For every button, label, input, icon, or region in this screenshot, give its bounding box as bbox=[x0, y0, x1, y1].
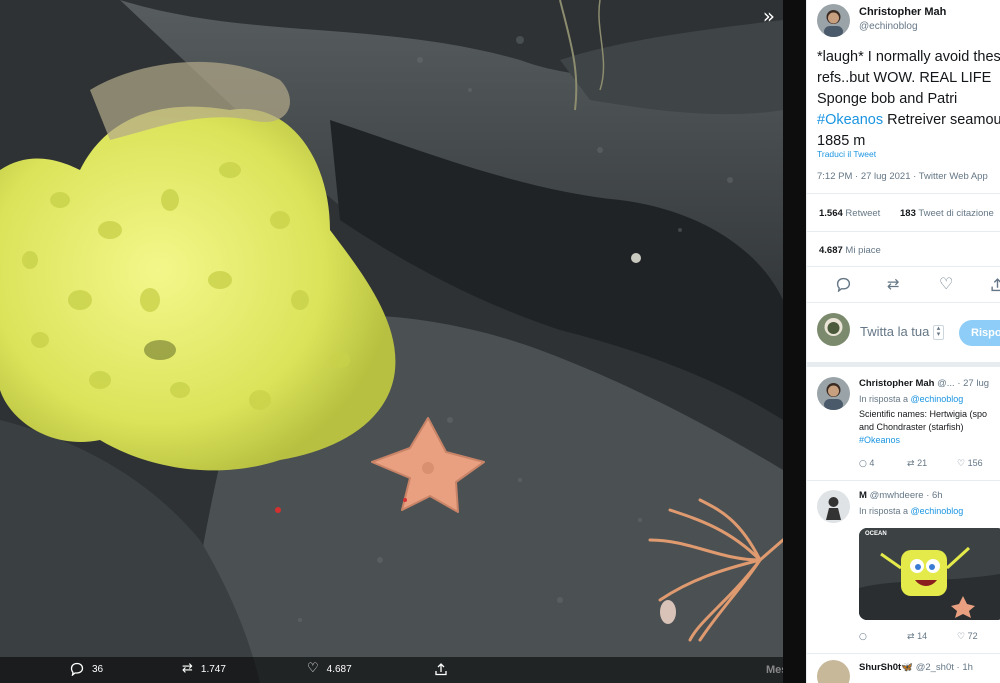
heart-icon: ♡ bbox=[957, 459, 966, 469]
media-reply-count: 36 bbox=[92, 663, 104, 675]
reply-retweet-count: 14 bbox=[917, 631, 928, 641]
divider bbox=[807, 653, 1000, 654]
heart-icon[interactable]: ♡ bbox=[939, 274, 953, 293]
reply-like-count: 156 bbox=[967, 458, 983, 468]
like-count: 4.687 bbox=[819, 245, 843, 256]
reply-retweet-count: 21 bbox=[917, 458, 928, 468]
reply-author-meta[interactable]: @... · 27 lug bbox=[937, 378, 989, 389]
in-reply-label: In risposta a bbox=[859, 394, 909, 404]
tweet-timestamp[interactable]: 7:12 PM · 27 lug 2021 · Twitter Web App bbox=[817, 171, 988, 182]
reply-reply-count: 4 bbox=[869, 458, 875, 468]
retweet-count: 1.564 bbox=[819, 208, 843, 219]
reply-icon[interactable] bbox=[836, 277, 851, 292]
viewer-divider bbox=[783, 0, 806, 683]
divider bbox=[807, 266, 1000, 267]
retweet-icon: ⇄ bbox=[907, 459, 915, 469]
media-action-bar: 36 ⇄ 1.747 ♡ 4.687 Mess bbox=[0, 657, 783, 683]
tweet-text-main: *laugh* I normally avoid these refs..but… bbox=[817, 49, 1000, 107]
reply-retweet-button[interactable]: ⇄ 14 bbox=[907, 631, 927, 642]
reply-author-name[interactable]: M bbox=[859, 490, 867, 501]
reply-like-button[interactable]: ♡ 156 bbox=[957, 458, 983, 469]
reply-reply-button[interactable]: ○ 4 bbox=[859, 458, 874, 469]
reply-retweet-button[interactable]: ⇄ 21 bbox=[907, 458, 927, 469]
media-viewer[interactable]: » 36 ⇄ 1.747 ♡ 4.687 Mess bbox=[0, 0, 783, 683]
reply-author-meta[interactable]: @2_sh0t · 1h bbox=[916, 662, 973, 673]
reply-header: Christopher Mah @... · 27 lug bbox=[859, 378, 989, 389]
section-divider bbox=[807, 362, 1000, 367]
avatar[interactable] bbox=[817, 4, 850, 37]
reply-author-name[interactable]: Christopher Mah bbox=[859, 378, 934, 389]
reply-author-name[interactable]: ShurSh0t🦋 bbox=[859, 662, 913, 673]
author-handle[interactable]: @echinoblog bbox=[859, 21, 918, 32]
tweet-text: *laugh* I normally avoid these refs..but… bbox=[817, 47, 1000, 152]
like-label: Mi piace bbox=[845, 245, 881, 256]
divider bbox=[807, 193, 1000, 194]
quote-count: 183 bbox=[900, 208, 916, 219]
reply-icon bbox=[70, 662, 84, 676]
retweet-stats[interactable]: 1.564 Retweet bbox=[819, 208, 880, 219]
hashtag-link[interactable]: #Okeanos bbox=[859, 435, 900, 445]
media-like-count: 4.687 bbox=[326, 663, 352, 675]
avatar[interactable] bbox=[817, 377, 850, 410]
media-badge: OCEAN bbox=[865, 531, 887, 537]
like-stats[interactable]: 4.687 Mi piace bbox=[819, 245, 881, 256]
expand-icon[interactable]: » bbox=[763, 6, 775, 26]
media-retweet-button[interactable]: ⇄ 1.747 bbox=[182, 662, 226, 676]
media-retweet-count: 1.747 bbox=[200, 663, 226, 675]
reply-media-image[interactable]: OCEAN bbox=[859, 528, 1000, 620]
reply-icon: ○ bbox=[859, 632, 867, 642]
heart-icon: ♡ bbox=[957, 632, 966, 642]
quote-stats[interactable]: 183 Tweet di citazione bbox=[900, 208, 994, 219]
tweet-photo bbox=[0, 0, 783, 683]
reply-icon: ○ bbox=[859, 459, 867, 469]
retweet-icon[interactable]: ⇄ bbox=[887, 275, 900, 293]
hashtag-link[interactable]: #Okeanos bbox=[817, 112, 883, 128]
divider bbox=[807, 231, 1000, 232]
reply-reply-button[interactable]: ○ bbox=[859, 631, 867, 642]
reply-text-main: Scientific names: Hertwigia (spo and Cho… bbox=[859, 409, 988, 432]
divider bbox=[807, 480, 1000, 481]
reply-like-button[interactable]: ♡ 72 bbox=[957, 631, 978, 642]
avatar[interactable] bbox=[817, 660, 850, 683]
avatar bbox=[817, 313, 850, 346]
retweet-icon: ⇄ bbox=[182, 661, 193, 676]
translate-link[interactable]: Traduci il Tweet bbox=[817, 149, 876, 159]
author-name[interactable]: Christopher Mah bbox=[859, 6, 946, 18]
reply-header: ShurSh0t🦋 @2_sh0t · 1h bbox=[859, 662, 973, 673]
share-icon[interactable] bbox=[990, 277, 1000, 292]
retweet-label: Retweet bbox=[845, 208, 881, 219]
reply-author-meta[interactable]: @mwhdeere · 6h bbox=[870, 490, 943, 501]
divider bbox=[807, 302, 1000, 303]
in-reply-handle[interactable]: @echinoblog bbox=[911, 506, 964, 516]
in-reply-label: In risposta a bbox=[859, 506, 909, 516]
media-reply-button[interactable]: 36 bbox=[70, 662, 103, 676]
watermark-text: Mess bbox=[766, 664, 783, 676]
retweet-icon: ⇄ bbox=[907, 632, 915, 642]
in-reply-to: In risposta a @echinoblog bbox=[859, 506, 963, 516]
media-like-button[interactable]: ♡ 4.687 bbox=[307, 662, 352, 676]
in-reply-to: In risposta a @echinoblog bbox=[859, 394, 963, 404]
reply-header: M @mwhdeere · 6h bbox=[859, 490, 943, 501]
emoji-stepper-icon[interactable]: ▴ ▾ bbox=[933, 325, 944, 341]
reply-text: Scientific names: Hertwigia (spo and Cho… bbox=[859, 408, 1000, 447]
share-icon bbox=[435, 663, 447, 676]
quote-label: Tweet di citazione bbox=[918, 208, 994, 219]
tweet-panel: Christopher Mah @echinoblog *laugh* I no… bbox=[806, 0, 1000, 683]
compose-placeholder: Twitta la tua bbox=[860, 324, 930, 339]
heart-icon: ♡ bbox=[307, 661, 319, 676]
media-share-button[interactable] bbox=[434, 662, 448, 676]
in-reply-handle[interactable]: @echinoblog bbox=[911, 394, 964, 404]
avatar[interactable] bbox=[817, 490, 850, 523]
reply-like-count: 72 bbox=[967, 631, 978, 641]
compose-input[interactable]: Twitta la tua ▴ ▾ bbox=[860, 324, 944, 341]
reply-button[interactable]: Rispon bbox=[959, 320, 1000, 346]
